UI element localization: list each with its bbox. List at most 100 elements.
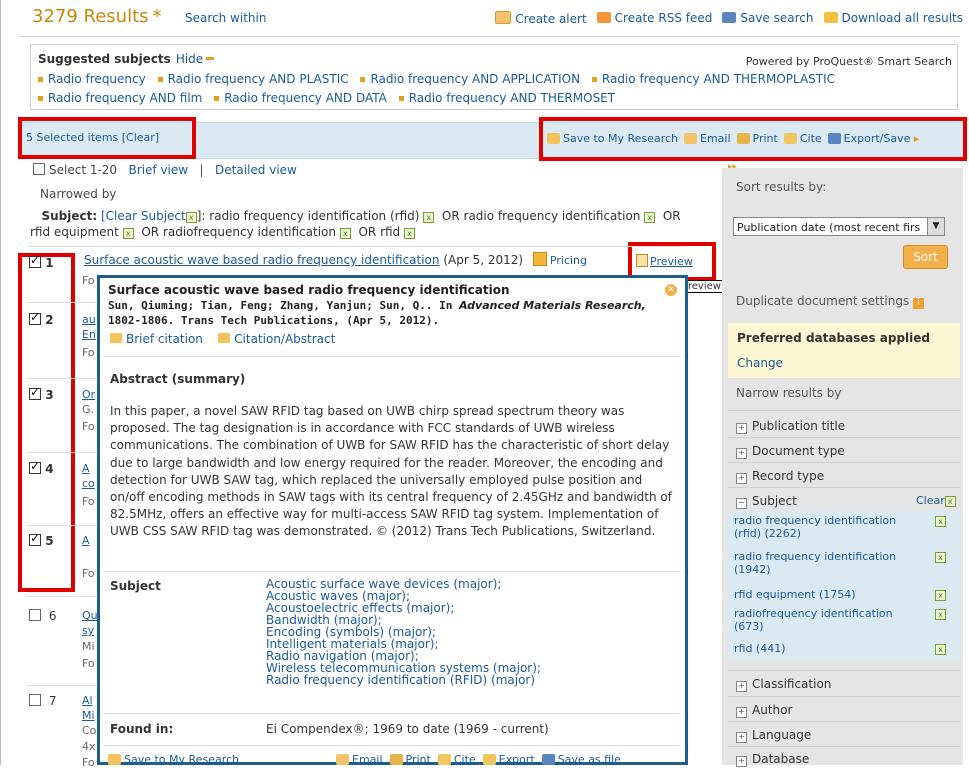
abstract-heading: Abstract (summary)	[110, 372, 246, 386]
facet-subject[interactable]: − Subject	[736, 494, 797, 509]
result-title-fragment[interactable]: Or	[82, 388, 95, 401]
download-all-link[interactable]: Download all results	[823, 11, 963, 26]
subject-facet-item[interactable]: radio frequency identification (1942)	[734, 550, 914, 576]
remove-icon[interactable]: x	[339, 228, 351, 239]
expand-icon: +	[736, 756, 747, 767]
pricing-link[interactable]: Pricing	[532, 252, 587, 267]
facet-classification[interactable]: + Classification	[736, 677, 831, 692]
remove-icon[interactable]: x	[935, 644, 946, 655]
remove-icon[interactable]: x	[935, 590, 946, 601]
change-link[interactable]: Change	[737, 356, 783, 370]
clear-subject-facet[interactable]: Clear x	[916, 494, 956, 507]
result-title-fragment[interactable]: A	[82, 462, 90, 475]
suggested-item[interactable]: Radio frequency AND THERMOPLASTIC	[591, 72, 835, 86]
remove-icon[interactable]: x	[935, 516, 946, 527]
remove-icon[interactable]: x	[404, 228, 416, 239]
sort-button[interactable]: Sort	[903, 245, 948, 269]
duplicate-settings[interactable]: Duplicate document settings i	[736, 294, 925, 309]
suggested-row-2: Radio frequency AND film Radio frequency…	[38, 91, 623, 105]
remove-icon[interactable]: x	[644, 212, 656, 223]
abstract-icon	[218, 333, 231, 343]
remove-icon: x	[944, 496, 956, 507]
subject-item[interactable]: Radio frequency identification (RFID) (m…	[266, 674, 541, 686]
remove-icon[interactable]: x	[423, 212, 435, 223]
subject-facet-item[interactable]: radiofrequency identification (673)	[734, 607, 914, 633]
create-alert-link[interactable]: Create alert	[495, 11, 587, 26]
brief-citation-link[interactable]: Brief citation	[110, 332, 203, 346]
result-title-fragment[interactable]: au	[82, 313, 96, 326]
result-checkbox[interactable]	[29, 253, 41, 268]
result-title-fragment[interactable]: Mi	[82, 709, 95, 722]
search-within-link[interactable]: Search within	[185, 11, 266, 25]
facet-record-type[interactable]: + Record type	[736, 469, 824, 484]
popup-save-research[interactable]: Save to My Research	[108, 753, 239, 766]
popup-print[interactable]: Print	[389, 753, 431, 766]
facet-document-type[interactable]: + Document type	[736, 444, 845, 459]
suggested-subjects-panel: Suggested subjects Hide Powered by ProQue…	[30, 44, 958, 110]
export-icon	[482, 754, 496, 765]
result-title-fragment[interactable]: A	[82, 534, 90, 547]
detailed-view-link[interactable]: Detailed view	[215, 163, 297, 177]
select-all-checkbox[interactable]	[33, 163, 45, 175]
save-search-link[interactable]: Save search	[722, 11, 814, 26]
facet-publication-title[interactable]: + Publication title	[736, 419, 845, 434]
suggested-item[interactable]: Radio frequency AND THERMOSET	[398, 91, 615, 105]
result-title-fragment[interactable]: co	[82, 477, 95, 490]
result-title-fragment[interactable]: Qu	[82, 609, 98, 622]
facet-language[interactable]: + Language	[736, 728, 811, 743]
close-icon[interactable]: ✕	[665, 284, 677, 296]
save-icon	[722, 12, 737, 23]
brief-view-link[interactable]: Brief view	[129, 163, 189, 177]
narrowed-by-label: Narrowed by	[40, 187, 117, 201]
preview-link[interactable]: Preview	[636, 254, 693, 268]
suggested-title: Suggested subjects Hide	[38, 52, 215, 66]
result-title-fragment[interactable]: sy	[82, 624, 94, 637]
suggested-item[interactable]: Radio frequency AND film	[38, 91, 202, 105]
hide-link[interactable]: Hide	[176, 52, 203, 66]
subject-facet-item[interactable]: rfid (441)	[734, 642, 914, 655]
suggested-item[interactable]: Radio frequency AND DATA	[214, 91, 387, 105]
citation-abstract-link[interactable]: Citation/Abstract	[218, 332, 335, 346]
subject-facet-item[interactable]: radio frequency identification (rfid) (2…	[734, 514, 914, 540]
result-sub-fragment: Fo	[82, 657, 95, 670]
result-title-fragment[interactable]: Al	[82, 694, 93, 707]
remove-icon: x	[185, 212, 197, 223]
result-checkbox[interactable]	[29, 385, 41, 400]
result-checkbox[interactable]	[29, 459, 41, 474]
facet-author[interactable]: + Author	[736, 703, 792, 718]
create-rss-link[interactable]: Create RSS feed	[596, 11, 712, 26]
folder-icon	[108, 754, 121, 765]
expand-icon: +	[736, 473, 747, 484]
popup-cite[interactable]: Cite	[437, 753, 476, 766]
suggested-item[interactable]: Radio frequency AND APPLICATION	[360, 72, 580, 86]
result-sub-fragment: Co	[82, 724, 97, 737]
remove-icon[interactable]: x	[935, 552, 946, 563]
suggested-item[interactable]: Radio frequency	[38, 72, 146, 86]
envelope-icon	[495, 11, 512, 24]
minus-icon	[206, 57, 215, 60]
result-title-fragment[interactable]: En	[82, 328, 96, 341]
clear-subject-link[interactable]: [Clear Subject x	[101, 209, 197, 223]
result-checkbox[interactable]	[29, 531, 41, 546]
popup-citation: Sun, Qiuming; Tian, Feng; Zhang, Yanjun;…	[108, 299, 646, 327]
result-checkbox[interactable]	[29, 609, 41, 621]
popup-save-file[interactable]: Save as file	[541, 753, 621, 766]
result-checkbox[interactable]	[29, 310, 41, 325]
remove-icon[interactable]: x	[935, 609, 946, 620]
remove-icon[interactable]: x	[122, 228, 134, 239]
sort-select[interactable]: Publication date (most recent firs ▼	[733, 217, 945, 236]
result-row-2-num: 2	[29, 310, 54, 327]
results-count: 3279 Results *	[32, 6, 162, 27]
popup-email[interactable]: Email	[336, 753, 383, 766]
result-1-date: (Apr 5, 2012)	[443, 253, 524, 267]
suggested-item[interactable]: Radio frequency AND PLASTIC	[157, 72, 349, 86]
result-row-1-num[interactable]: 1	[29, 253, 54, 270]
divider	[27, 246, 687, 247]
collapse-icon: −	[736, 498, 747, 509]
rss-icon	[596, 12, 611, 23]
pricing-icon	[532, 252, 547, 266]
result-checkbox[interactable]	[29, 694, 41, 706]
subject-facet-item[interactable]: rfid equipment (1754)	[734, 588, 914, 601]
result-1-title[interactable]: Surface acoustic wave based radio freque…	[84, 253, 440, 267]
popup-export[interactable]: Export	[482, 753, 535, 766]
